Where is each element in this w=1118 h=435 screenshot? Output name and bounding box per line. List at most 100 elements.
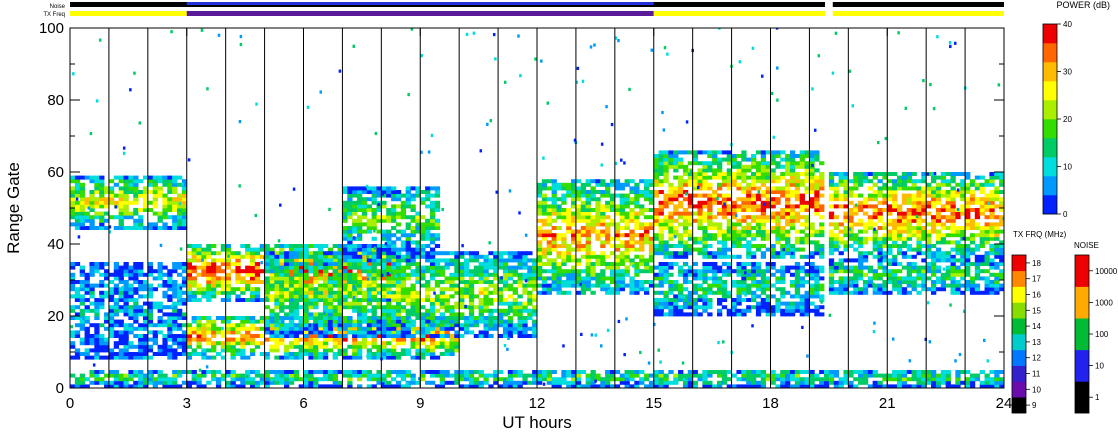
echo-cell <box>877 247 883 252</box>
echo-cell <box>186 269 193 274</box>
echo-cell <box>551 193 557 198</box>
echo-cell <box>595 222 601 227</box>
echo-cell <box>211 323 217 328</box>
echo-cell <box>128 298 134 302</box>
echo-cell <box>444 352 450 356</box>
echo-cell <box>644 226 650 230</box>
echo-cell <box>420 244 426 248</box>
echo-cell <box>162 222 168 227</box>
echo-cell <box>741 204 747 209</box>
echo-cell <box>395 204 402 209</box>
echo-cell <box>736 229 742 234</box>
echo-cell <box>94 355 100 360</box>
echo-cell <box>585 229 591 234</box>
echo-cell <box>381 233 387 238</box>
echo-cell <box>352 337 358 342</box>
echo-cell <box>780 251 786 256</box>
echo-cell <box>619 193 625 198</box>
echo-cell <box>279 334 285 338</box>
echo-cell <box>240 290 246 295</box>
echo-cell <box>746 182 752 187</box>
echo-cell <box>293 341 300 346</box>
echo-cell <box>741 308 747 313</box>
echo-cell <box>303 287 309 292</box>
echo-cell <box>551 269 557 274</box>
echo-cell <box>89 301 95 306</box>
echo-cell <box>357 348 363 353</box>
echo-cell <box>434 258 441 263</box>
echo-cell <box>760 276 767 281</box>
echo-cell <box>473 316 480 320</box>
echo-cell <box>449 352 455 356</box>
echo-cell <box>118 348 124 353</box>
echo-cell <box>342 287 348 292</box>
echo-cell <box>785 233 791 238</box>
echo-cell <box>741 197 747 202</box>
echo-cell <box>556 236 562 241</box>
echo-cell <box>901 200 908 205</box>
echo-cell <box>327 308 334 313</box>
echo-cell <box>541 290 548 295</box>
echo-cell <box>386 254 392 259</box>
echo-cell <box>128 305 134 310</box>
echo-cell <box>488 262 494 266</box>
echo-cell <box>785 247 791 252</box>
echo-cell <box>410 262 416 266</box>
echo-cell <box>707 197 713 202</box>
echo-cell <box>692 301 698 306</box>
echo-cell <box>736 168 742 173</box>
echo-cell <box>624 179 630 184</box>
echo-cell <box>799 215 805 220</box>
echo-cell <box>653 298 660 302</box>
echo-cell <box>916 193 922 198</box>
echo-cell <box>420 316 426 320</box>
echo-cell <box>332 298 338 302</box>
echo-cell <box>405 262 411 266</box>
echo-cell <box>371 251 377 256</box>
echo-cell <box>814 197 820 202</box>
echo-cell <box>741 244 747 248</box>
echo-cell <box>434 190 441 194</box>
echo-cell <box>303 258 309 263</box>
echo-cell <box>755 164 762 169</box>
echo-cell <box>755 269 762 274</box>
echo-cell <box>177 316 183 320</box>
echo-cell <box>658 276 664 281</box>
echo-cell <box>215 330 222 335</box>
echo-cell <box>444 262 450 266</box>
echo-cell <box>84 200 90 205</box>
echo-cell <box>254 326 261 331</box>
echo-cell <box>361 208 368 212</box>
echo-cell <box>896 215 903 220</box>
echo-cell <box>614 244 621 248</box>
echo-cell <box>167 175 173 180</box>
echo-cell <box>386 265 392 270</box>
echo-cell <box>342 269 348 274</box>
echo-cell <box>332 337 338 342</box>
echo-cell <box>575 247 582 252</box>
echo-cell <box>785 222 791 227</box>
echo-cell <box>206 316 212 320</box>
echo-cell <box>410 326 416 331</box>
echo-cell <box>118 280 124 284</box>
echo-cell <box>721 215 728 220</box>
echo-cell <box>712 150 718 155</box>
echo-cell <box>794 240 801 245</box>
echo-cell <box>619 226 625 230</box>
echo-cell <box>366 290 373 295</box>
echo-cell <box>293 269 300 274</box>
echo-cell <box>303 269 309 274</box>
echo-cell <box>551 240 557 245</box>
echo-cell <box>420 265 426 270</box>
echo-cell <box>108 272 115 277</box>
echo-cell <box>410 258 416 263</box>
echo-cell <box>79 215 85 220</box>
echo-cell <box>459 265 465 270</box>
echo-cell <box>313 301 319 306</box>
echo-cell <box>682 269 689 274</box>
echo-cell <box>269 337 275 342</box>
echo-cell <box>366 334 373 338</box>
echo-cell <box>172 226 178 230</box>
echo-cell <box>347 204 353 209</box>
echo-cell <box>760 172 767 176</box>
